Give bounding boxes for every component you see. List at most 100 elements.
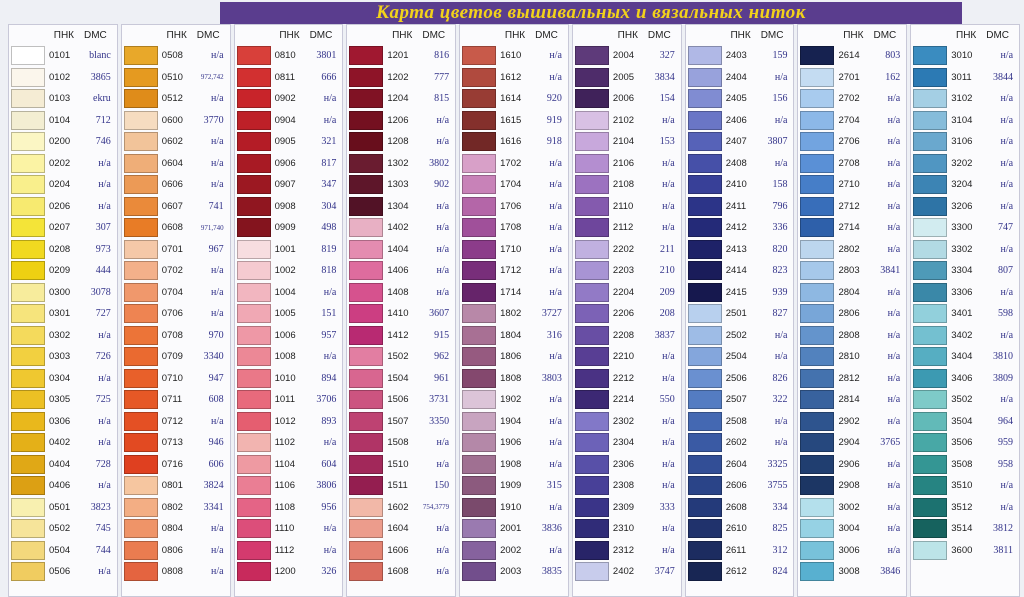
pnk-code: 1208 [387,136,409,148]
color-row: 0502 745 [11,518,115,540]
color-swatch [11,454,45,474]
dmc-code: 312 [772,544,788,556]
color-swatch [123,175,158,195]
dmc-code: 970 [208,329,224,341]
color-row: 1402 н/а [349,217,453,239]
dmc-code: 326 [321,566,337,578]
header-dmc: DMC [309,29,333,41]
color-row: 1208 н/а [349,131,453,153]
dmc-code: 819 [321,243,337,255]
color-row: 0207 307 [11,217,115,239]
dmc-code: 894 [321,372,337,384]
color-swatch [123,110,158,130]
pnk-code: 0701 [161,243,183,255]
color-row: 0907 347 [236,174,341,196]
page-title: Карта цветов вышивальных и вязальных нит… [376,2,806,23]
header-dmc: DMC [422,29,446,41]
color-swatch [349,175,384,195]
color-swatch [349,67,384,87]
pnk-code: 1502 [387,351,409,363]
pnk-code: 1614 [500,93,522,105]
pnk-code: 1608 [387,566,409,578]
dmc-code: 826 [772,372,788,384]
dmc-code: н/а [1000,114,1014,126]
pnk-code: 0907 [274,179,296,191]
color-swatch [913,132,948,152]
color-swatch [123,261,158,281]
color-swatch [123,476,158,496]
dmc-code: 3765 [880,437,901,449]
color-swatch [800,454,835,474]
pnk-code: 0404 [49,458,71,470]
dmc-code: н/а [98,437,111,449]
color-swatch [574,433,609,453]
color-row: 3102 н/а [913,88,1017,110]
dmc-code: н/а [887,243,901,255]
color-row: 1808 3803 [462,368,566,390]
color-row: 2502 н/а [687,325,792,347]
color-swatch [11,89,45,109]
color-swatch [236,261,271,281]
pnk-code: 0104 [49,114,71,126]
dmc-code: 211 [660,243,675,255]
dmc-code: н/а [1000,243,1014,255]
pnk-code: 3510 [951,480,973,492]
color-swatch [462,239,497,259]
pnk-code: 1002 [274,265,296,277]
color-swatch [462,476,497,496]
color-row: 1615 919 [462,110,566,132]
column-header: ПНК DMC [575,25,679,45]
dmc-code: н/а [436,437,450,449]
dmc-code: 803 [885,50,901,62]
color-swatch [687,67,722,87]
color-row: 3302 н/а [913,239,1017,261]
pnk-code: 3202 [951,157,973,169]
color-swatch [687,132,722,152]
pnk-code: 1406 [387,265,409,277]
color-row: 1204 815 [349,88,453,110]
pnk-code: 2908 [838,480,860,492]
pnk-code: 0804 [161,523,183,535]
dmc-code: 817 [321,157,337,169]
color-swatch [462,497,497,517]
header-dmc: DMC [986,29,1010,41]
color-row: 1614 920 [462,88,566,110]
color-swatch [349,519,384,539]
color-row: 0200 746 [11,131,115,153]
color-row: 1910 н/а [462,497,566,519]
pnk-code: 2501 [725,308,747,320]
color-swatch [349,325,384,345]
color-swatch [800,325,835,345]
dmc-code: 825 [772,523,788,535]
dmc-code: н/а [1000,93,1014,105]
color-row: 2810 н/а [800,346,904,368]
pnk-code: 2508 [725,415,747,427]
pnk-code: 0508 [161,50,183,62]
color-row: 1408 н/а [349,282,453,304]
color-row: 2508 н/а [687,411,792,433]
dmc-code: н/а [549,458,562,470]
pnk-code: 2302 [612,415,635,427]
dmc-code: н/а [1000,50,1014,62]
column-header: ПНК DMC [11,25,115,45]
color-swatch [11,519,45,539]
column-header: ПНК DMC [349,25,453,45]
pnk-code: 0306 [49,415,71,427]
pnk-code: 2005 [612,71,635,83]
dmc-code: н/а [323,351,337,363]
dmc-code: 745 [95,523,111,535]
dmc-code: н/а [549,501,562,513]
dmc-code: 971,740 [200,223,224,232]
dmc-code: н/а [887,415,901,427]
pnk-code: 0206 [49,200,71,212]
color-swatch [11,46,45,66]
color-row: 0302 н/а [11,325,115,347]
dmc-code: 604 [321,458,337,470]
dmc-code: н/а [549,157,562,169]
pnk-code: 1004 [274,286,296,298]
pnk-code: 3401 [951,308,973,320]
color-row: 2611 312 [687,540,792,562]
color-row: 1304 н/а [349,196,453,218]
dmc-code: 3770 [203,114,224,126]
color-swatch [913,347,948,367]
